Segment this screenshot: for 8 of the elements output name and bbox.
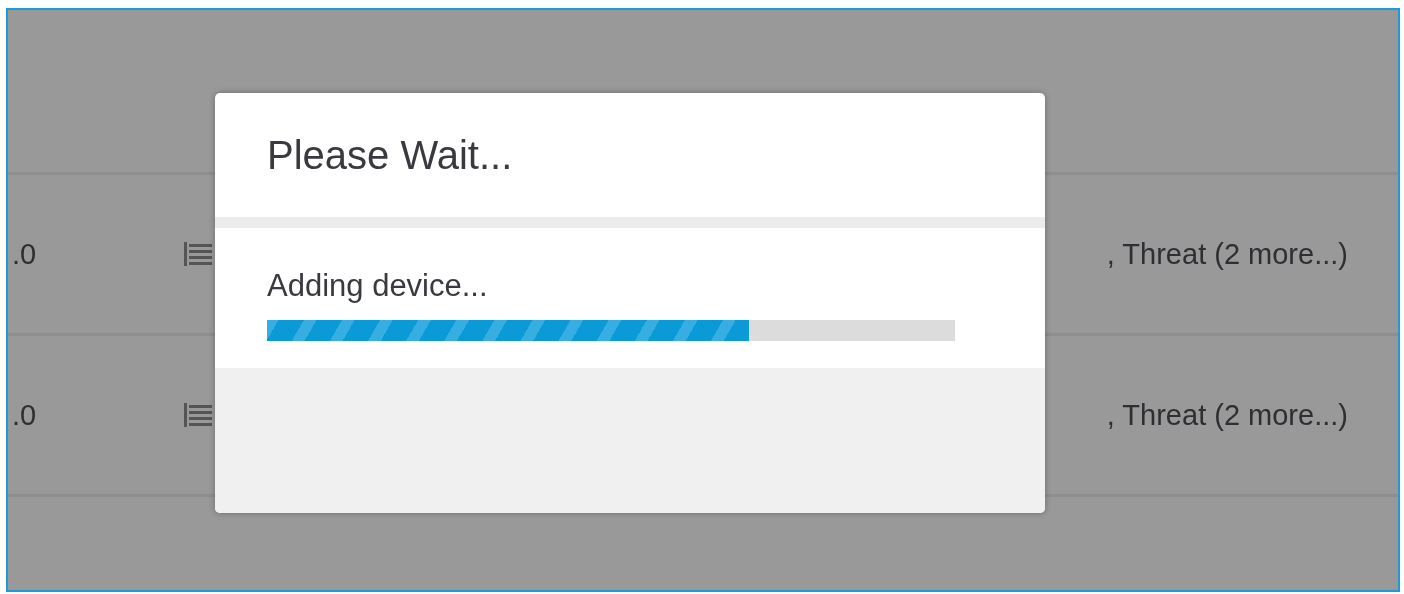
status-message: Adding device... <box>267 268 489 304</box>
table-cell: , Threat (2 more...) <box>1106 237 1348 271</box>
list-icon[interactable] <box>184 403 212 427</box>
dialog-title: Please Wait... <box>267 132 513 178</box>
table-cell-text: .0 <box>12 398 38 432</box>
table-cell: , Threat (2 more...) <box>1106 398 1348 432</box>
table-cell-text: .0 <box>12 237 38 271</box>
list-icon[interactable] <box>184 242 212 266</box>
